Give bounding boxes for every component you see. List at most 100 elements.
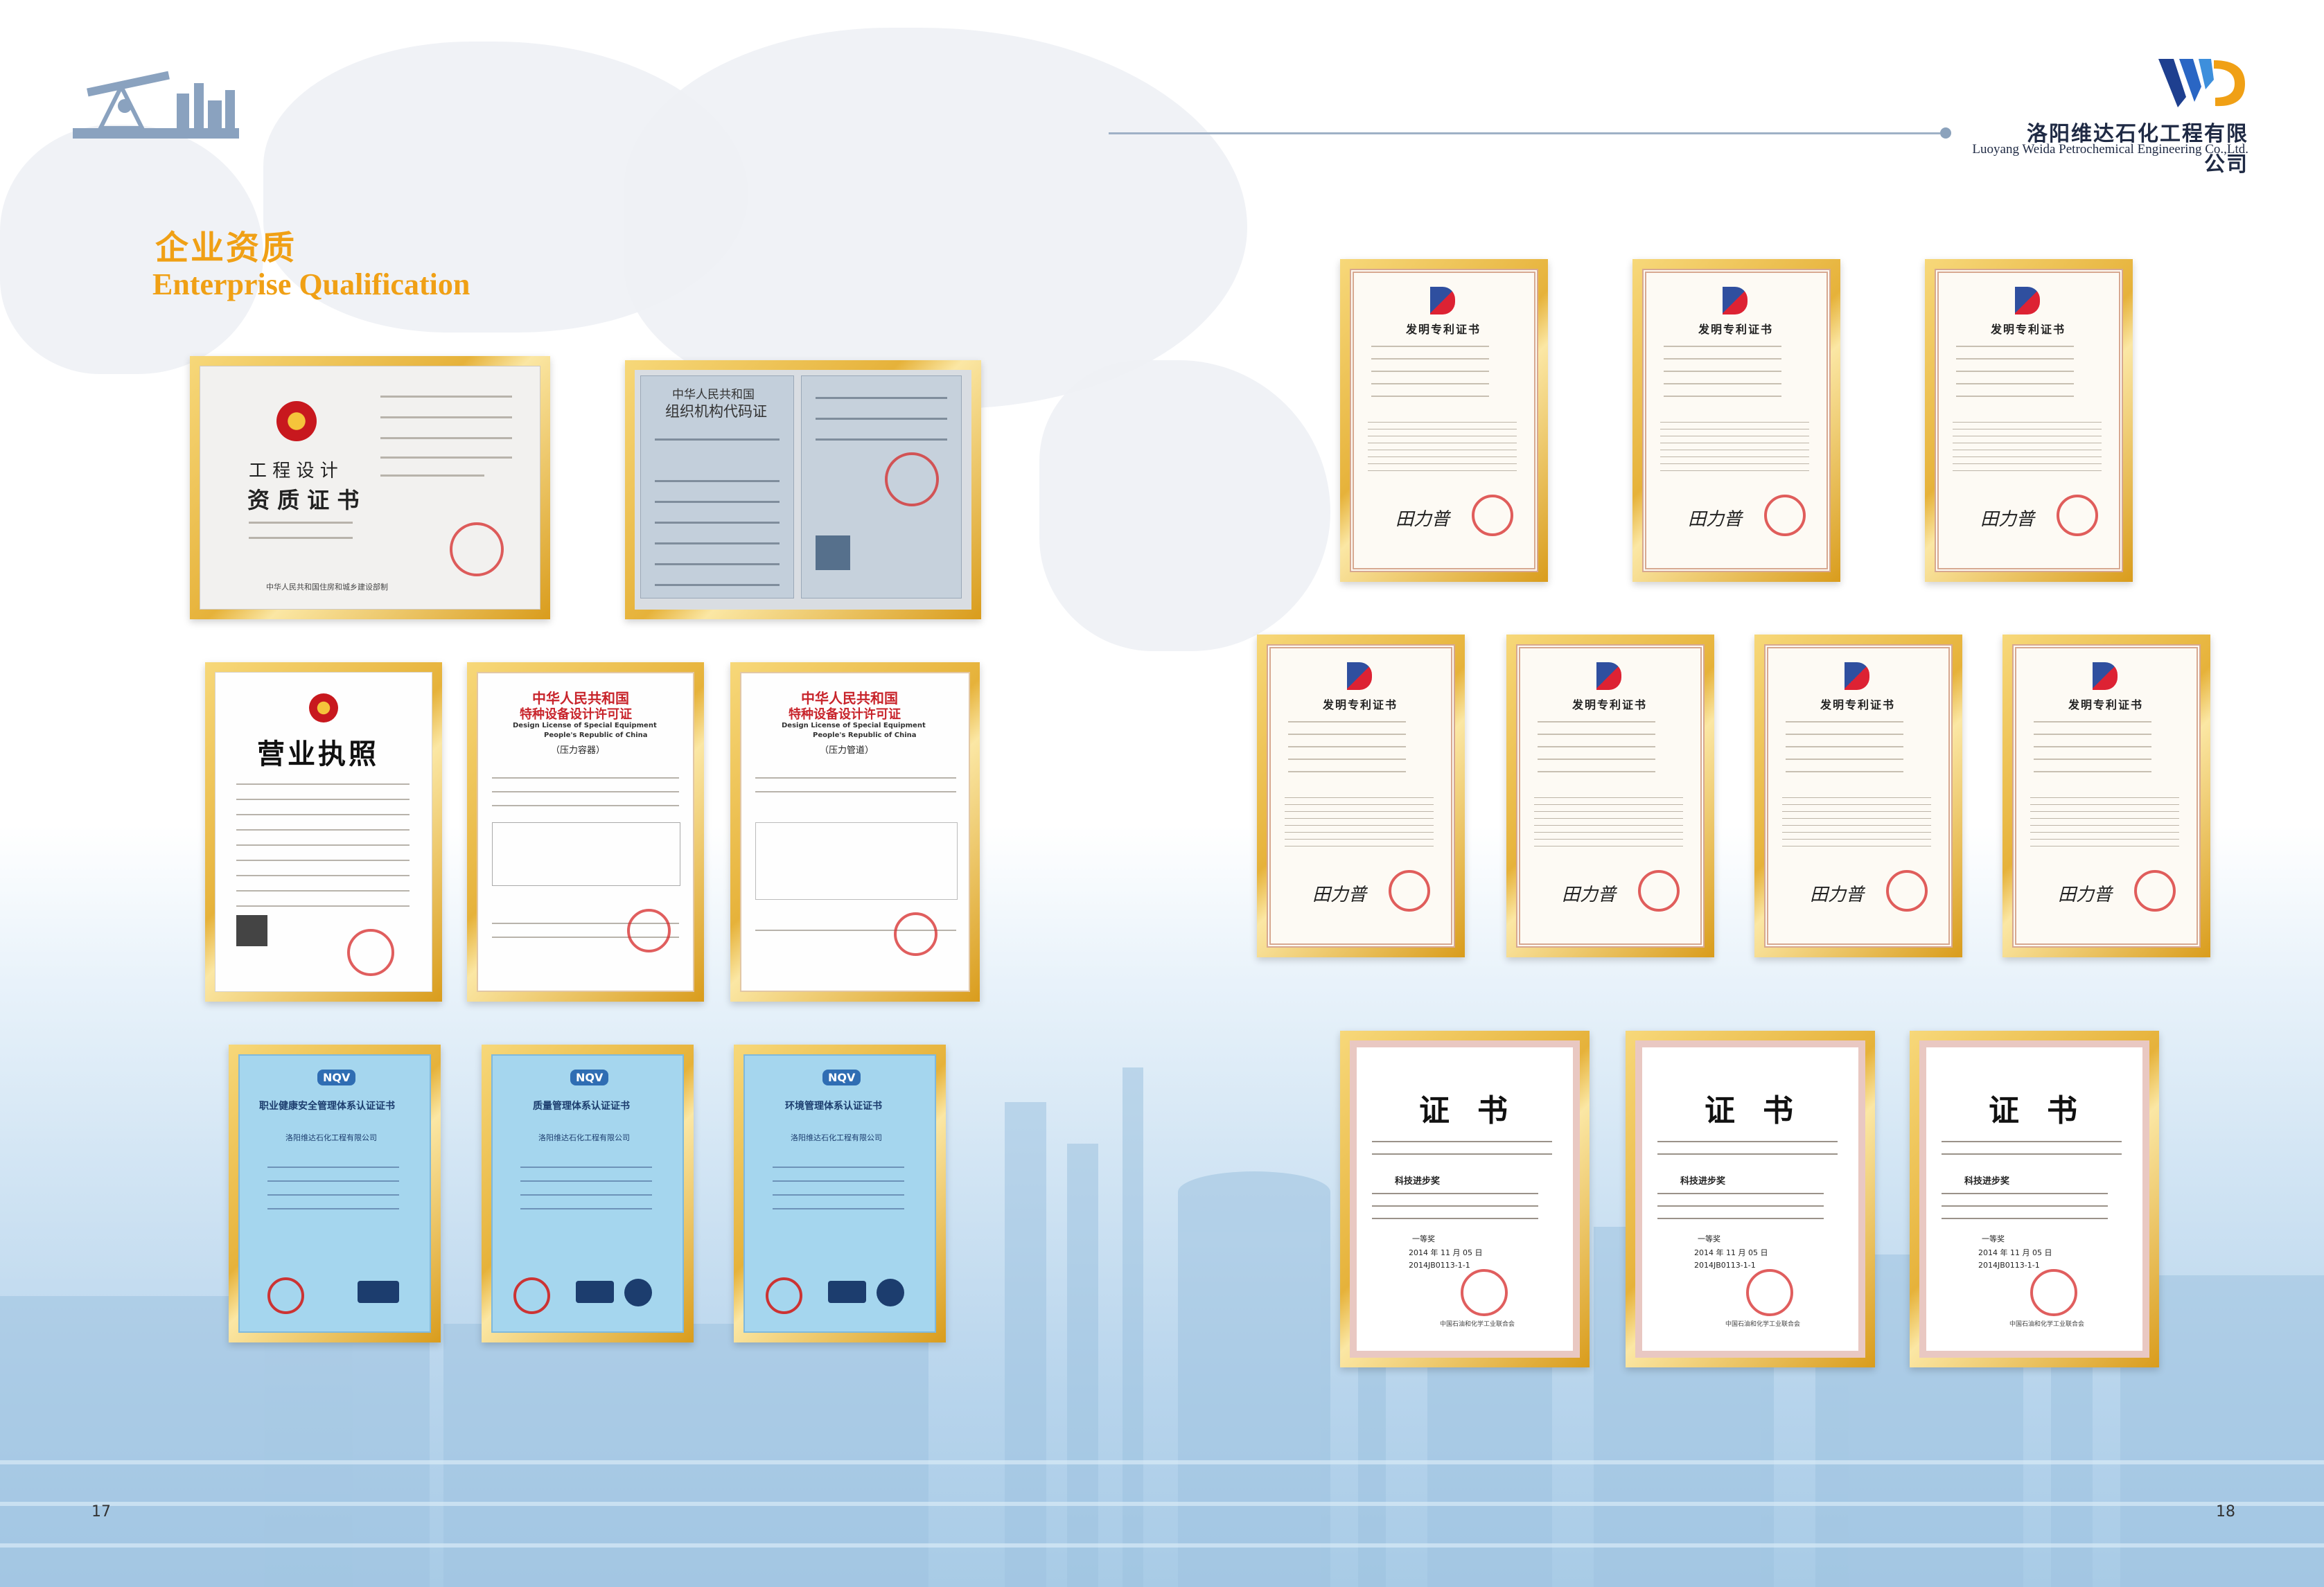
cnas-logo-icon (828, 1281, 866, 1303)
award-grade: 一等奖 (1982, 1234, 2005, 1243)
technology-progress-award-certificate: 证书 科技进步奖 一等奖 2014 年 11 月 05 日 2014JB0113-1-1… (1910, 1031, 2159, 1367)
award-issuer: 中国石油和化学工业联合会 (1440, 1321, 1515, 1328)
national-emblem-icon (309, 693, 338, 722)
official-seal-icon (894, 912, 937, 956)
award-issuer: 中国石油和化学工业联合会 (2009, 1321, 2085, 1328)
official-seal-icon (2134, 870, 2176, 912)
award-prize: 科技进步奖 (1964, 1176, 2010, 1187)
official-seal-icon (347, 929, 394, 976)
patent-title: 发明专利证书 (1406, 323, 1481, 336)
company-name-en: Luoyang Weida Petrochemical Engineering … (1972, 142, 2248, 157)
cnas-logo-icon (358, 1281, 399, 1303)
official-seal-icon (2030, 1269, 2077, 1316)
official-seal-icon (513, 1277, 550, 1314)
section-title-en: Enterprise Qualification (152, 267, 470, 301)
national-emblem-icon (276, 401, 317, 441)
page-number-right: 18 (2216, 1503, 2235, 1520)
license-title-en-1: Design License of Special Equipment (513, 722, 657, 729)
cnas-logo-icon (576, 1281, 614, 1303)
patent-certificate: 发明专利证书田力普 (2002, 635, 2210, 957)
iso-cert-company: 洛阳维达石化工程有限公司 (538, 1133, 630, 1142)
award-grade: 一等奖 (1698, 1234, 1720, 1243)
iso-cert-title: 职业健康安全管理体系认证证书 (259, 1101, 395, 1112)
official-seal-icon (1886, 870, 1928, 912)
license-title-2: 特种设备设计许可证 (789, 707, 901, 722)
official-seal-icon (267, 1277, 304, 1314)
oil-pump-icon (73, 71, 239, 139)
patent-title: 发明专利证书 (1991, 323, 2066, 336)
iso-cert-title: 质量管理体系认证证书 (533, 1101, 630, 1112)
patent-office-logo-icon (2015, 287, 2040, 314)
brochure-page: 洛阳维达石化工程有限公司 Luoyang Weida Petrochemical… (0, 0, 2324, 1587)
world-map-decoration (624, 28, 1247, 409)
signature: 田力普 (1562, 885, 1617, 905)
patent-title: 发明专利证书 (1820, 698, 1896, 711)
award-title: 证书 (1419, 1093, 1535, 1128)
patent-office-logo-icon (2093, 662, 2118, 690)
license-title-en-1: Design License of Special Equipment (782, 722, 926, 729)
award-prize: 科技进步奖 (1680, 1176, 1726, 1187)
official-seal-icon (1638, 870, 1680, 912)
wd-logo-icon (2158, 59, 2245, 107)
patent-certificate: 发明专利证书田力普 (1925, 259, 2133, 582)
award-cert-no: 2014JB0113-1-1 (1694, 1261, 1756, 1270)
business-license-title: 营业执照 (257, 738, 379, 770)
patent-certificate: 发明专利证书田力普 (1506, 635, 1714, 957)
patent-certificate: 发明专利证书田力普 (1257, 635, 1465, 957)
iso-certificate-qms: NQV 质量管理体系认证证书 洛阳维达石化工程有限公司 (482, 1045, 694, 1342)
page-number-left: 17 (91, 1503, 111, 1520)
signature: 田力普 (1312, 885, 1367, 905)
award-title: 证书 (1705, 1093, 1821, 1128)
award-date: 2014 年 11 月 05 日 (1978, 1248, 2052, 1257)
org-code-title-1: 中华人民共和国 (672, 388, 755, 402)
official-seal-icon (450, 522, 504, 576)
signature: 田力普 (1810, 885, 1865, 905)
patent-title: 发明专利证书 (1323, 698, 1398, 711)
patent-title: 发明专利证书 (1698, 323, 1774, 336)
signature: 田力普 (1980, 509, 2035, 529)
award-cert-no: 2014JB0113-1-1 (1409, 1261, 1470, 1270)
award-date: 2014 年 11 月 05 日 (1409, 1248, 1483, 1257)
patent-title: 发明专利证书 (1572, 698, 1648, 711)
official-seal-icon (1764, 495, 1806, 536)
official-seal-icon (885, 452, 939, 506)
patent-office-logo-icon (1596, 662, 1621, 690)
award-prize: 科技进步奖 (1395, 1176, 1441, 1187)
license-subtitle: （压力容器） (551, 745, 606, 756)
signature: 田力普 (1688, 509, 1743, 529)
official-seal-icon (1472, 495, 1513, 536)
world-map-decoration (1039, 360, 1330, 651)
patent-title: 发明专利证书 (2068, 698, 2144, 711)
license-title-en-2: People's Republic of China (544, 732, 648, 739)
official-seal-icon (2057, 495, 2098, 536)
organization-code-certificate: 中华人民共和国 组织机构代码证 (625, 360, 981, 619)
patent-office-logo-icon (1430, 287, 1455, 314)
signature: 田力普 (2058, 885, 2113, 905)
official-seal-icon (1389, 870, 1430, 912)
iaf-logo-icon (624, 1279, 652, 1306)
iso-certificate-ems: NQV 环境管理体系认证证书 洛阳维达石化工程有限公司 (734, 1045, 946, 1342)
header-divider-dot (1940, 127, 1951, 139)
official-seal-icon (766, 1277, 802, 1314)
iaf-logo-icon (877, 1279, 904, 1306)
technology-progress-award-certificate: 证书 科技进步奖 一等奖 2014 年 11 月 05 日 2014JB0113-1-1… (1626, 1031, 1875, 1367)
patent-certificate: 发明专利证书田力普 (1632, 259, 1840, 582)
iso-cert-title: 环境管理体系认证证书 (785, 1101, 882, 1112)
signature: 田力普 (1396, 509, 1450, 529)
patent-office-logo-icon (1845, 662, 1869, 690)
iso-cert-company: 洛阳维达石化工程有限公司 (791, 1133, 882, 1142)
business-license: 营业执照 (205, 662, 442, 1002)
award-issuer: 中国石油和化学工业联合会 (1725, 1321, 1801, 1328)
official-seal-icon (1746, 1269, 1793, 1316)
technology-progress-award-certificate: 证书科技进步奖一等奖 2014 年 11 月 05 日 2014JB0113-1-1… (1340, 1031, 1590, 1367)
special-equipment-license-vessel: 中华人民共和国 特种设备设计许可证 Design License of Spec… (467, 662, 704, 1002)
special-equipment-license-pipe: 中华人民共和国 特种设备设计许可证 Design License of Spec… (730, 662, 980, 1002)
award-grade: 一等奖 (1412, 1234, 1435, 1243)
ngv-logo: NQV (570, 1070, 609, 1085)
cert-line-1: 工 程 设 计 (249, 461, 338, 481)
cert-line-2: 资 质 证 书 (247, 487, 360, 513)
patent-office-logo-icon (1723, 287, 1748, 314)
org-code-title-2: 组织机构代码证 (665, 403, 767, 420)
qr-code-icon (816, 535, 850, 570)
license-title-en-2: People's Republic of China (813, 732, 917, 739)
